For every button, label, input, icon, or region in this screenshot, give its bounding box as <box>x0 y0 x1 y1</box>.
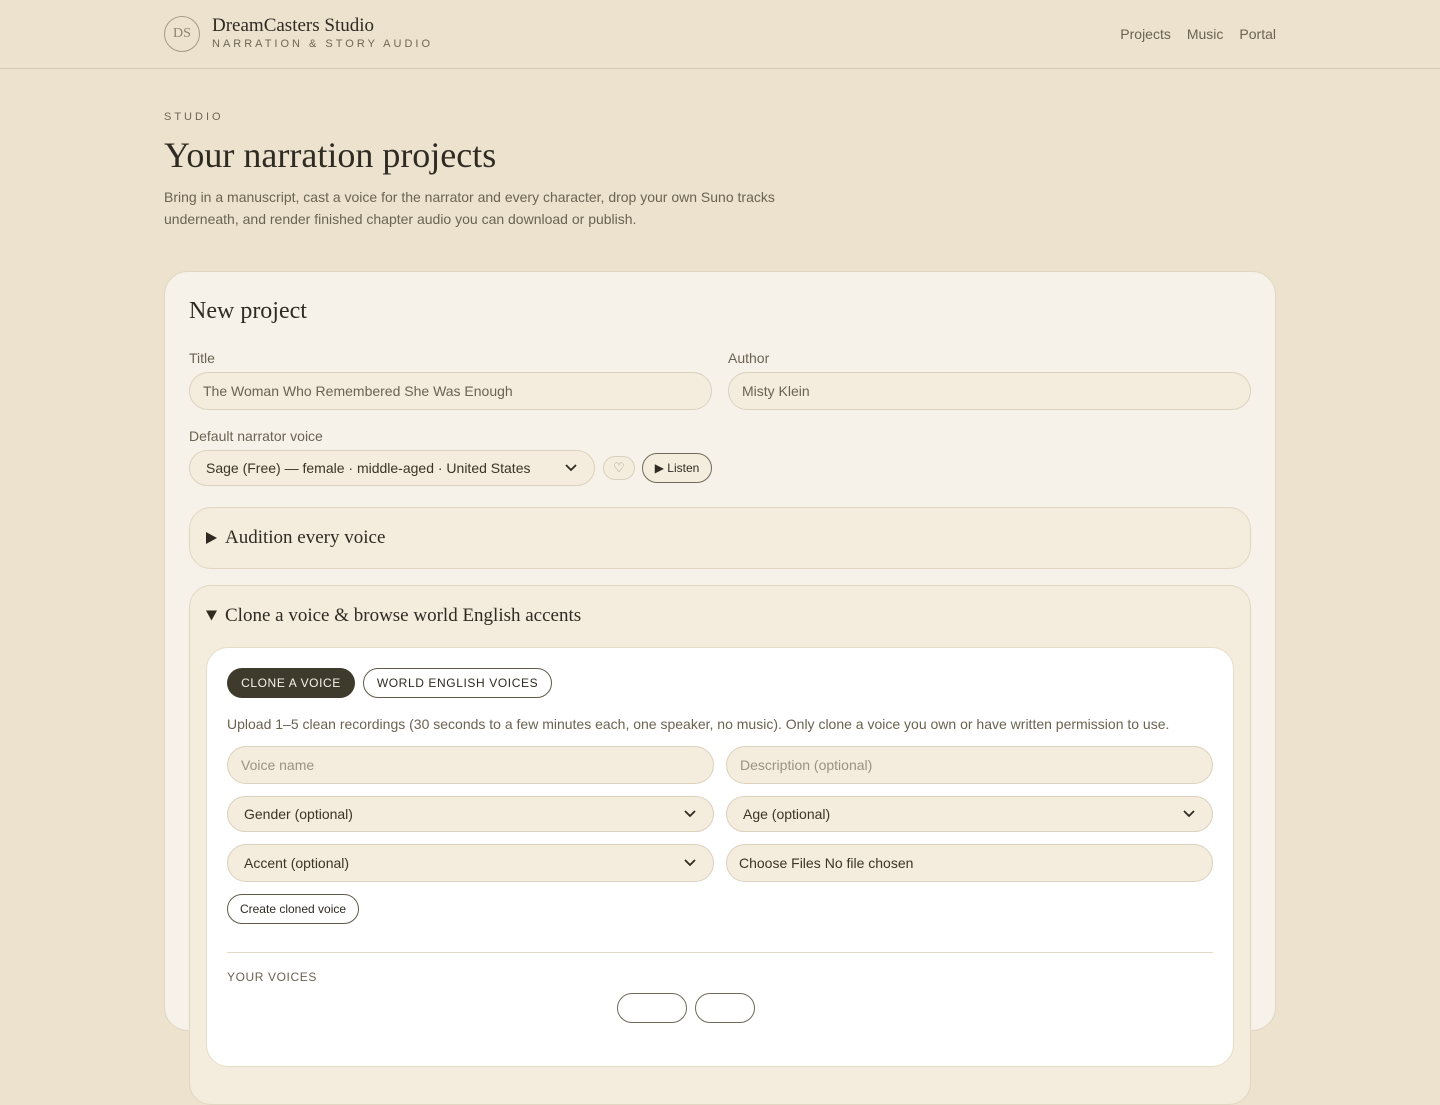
top-bar: DS DreamCasters Studio NARRATION & STORY… <box>0 0 1440 69</box>
triangle-down-icon <box>206 610 217 622</box>
audition-heading: Audition every voice <box>225 527 386 548</box>
clone-hint: Upload 1–5 clean recordings (30 seconds … <box>227 716 1170 732</box>
listen-button[interactable]: ▶ Listen <box>642 453 712 483</box>
choose-files-button[interactable]: Choose Files <box>739 855 821 871</box>
clone-accordion-header[interactable]: Clone a voice & browse world English acc… <box>206 605 581 627</box>
favorite-voice-button[interactable]: ♡ <box>603 456 635 480</box>
title-input[interactable] <box>189 372 712 410</box>
title-label: Title <box>189 350 215 366</box>
create-cloned-voice-button[interactable]: Create cloned voice <box>227 894 359 924</box>
divider <box>227 952 1213 953</box>
new-project-card: New project Title Author Default narrato… <box>164 271 1276 1105</box>
voice-filter-button[interactable] <box>695 993 755 1023</box>
brand-name[interactable]: DreamCasters Studio <box>212 15 374 37</box>
triangle-right-icon <box>206 532 217 544</box>
chevron-down-icon <box>1182 807 1196 821</box>
narrator-voice-label: Default narrator voice <box>189 428 323 444</box>
gender-value: Gender (optional) <box>244 806 353 822</box>
audition-accordion[interactable]: Audition every voice <box>189 507 1251 569</box>
heart-icon: ♡ <box>613 460 625 475</box>
tab-world-english-voices[interactable]: WORLD ENGLISH VOICES <box>363 668 552 698</box>
narrator-voice-select[interactable]: Sage (Free) — female · middle-aged · Uni… <box>189 450 595 486</box>
page-description: Bring in a manuscript, cast a voice for … <box>164 189 775 227</box>
page-title: Your narration projects <box>164 135 497 175</box>
age-select[interactable]: Age (optional) <box>726 796 1213 832</box>
your-voices-label: YOUR VOICES <box>227 970 317 984</box>
clone-heading: Clone a voice & browse world English acc… <box>225 605 582 626</box>
chevron-down-icon <box>683 807 697 821</box>
chevron-down-icon <box>564 461 578 475</box>
section-eyebrow: STUDIO <box>164 111 224 123</box>
chevron-down-icon <box>683 856 697 870</box>
audition-accordion-header[interactable]: Audition every voice <box>206 527 385 549</box>
author-input[interactable] <box>728 372 1251 410</box>
age-value: Age (optional) <box>743 806 831 822</box>
file-status-text: No file chosen <box>824 855 914 871</box>
main-nav: Projects Music Portal <box>1120 26 1276 42</box>
gender-select[interactable]: Gender (optional) <box>227 796 714 832</box>
logo-badge[interactable]: DS <box>164 16 200 52</box>
voice-name-input[interactable] <box>227 746 714 784</box>
voice-description-input[interactable] <box>726 746 1213 784</box>
accent-value: Accent (optional) <box>244 855 350 871</box>
accent-select[interactable]: Accent (optional) <box>227 844 714 882</box>
voice-filter-button[interactable] <box>617 993 687 1023</box>
author-label: Author <box>728 350 770 366</box>
tab-clone-voice[interactable]: CLONE A VOICE <box>227 668 355 698</box>
nav-music[interactable]: Music <box>1187 26 1224 42</box>
narrator-voice-value: Sage (Free) — female · middle-aged · Uni… <box>206 460 531 476</box>
nav-portal[interactable]: Portal <box>1239 26 1276 42</box>
clone-panel: CLONE A VOICE WORLD ENGLISH VOICES Uploa… <box>206 647 1234 1067</box>
clone-accordion: Clone a voice & browse world English acc… <box>189 585 1251 1105</box>
brand-tagline: NARRATION & STORY AUDIO <box>212 38 433 50</box>
file-upload-input[interactable]: Choose Files No file chosen <box>726 844 1213 882</box>
card-title: New project <box>189 298 307 324</box>
nav-projects[interactable]: Projects <box>1120 26 1171 42</box>
